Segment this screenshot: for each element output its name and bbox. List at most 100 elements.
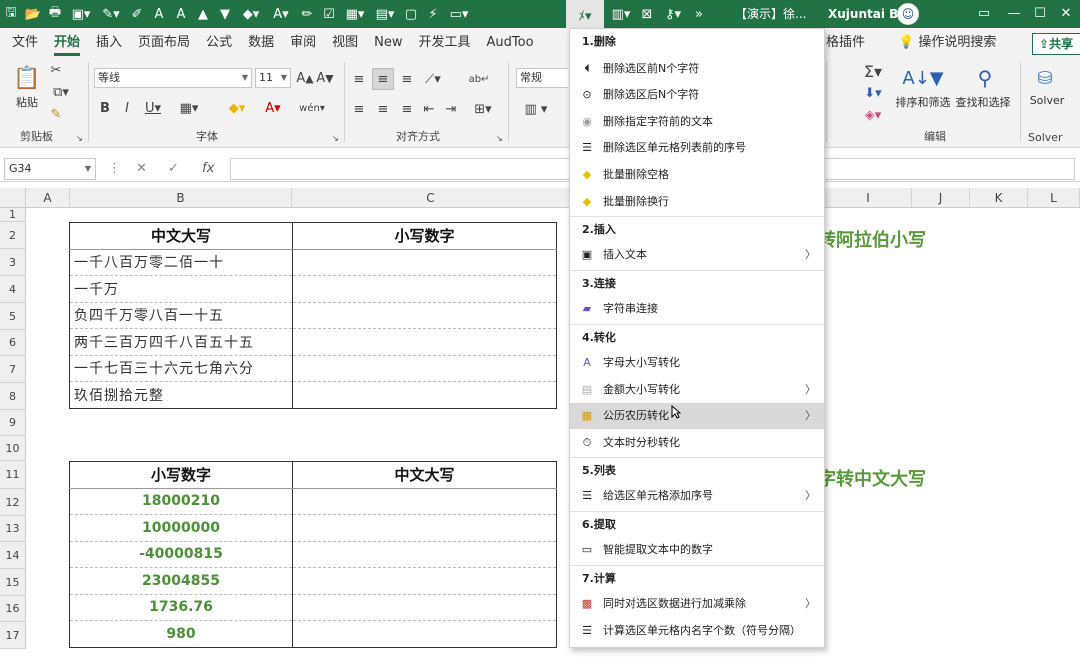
grid-icon[interactable]: ▥▾ [606,0,636,28]
row-header[interactable]: 6 [0,330,26,356]
clipboard-launcher-icon[interactable]: ↘ [76,134,83,143]
number-cell[interactable]: 18000210 [69,488,293,515]
format-painter-icon[interactable]: ✎▾ [96,0,126,28]
empty-cell[interactable] [292,328,557,356]
tab-data[interactable]: 数据 [240,28,282,58]
pen-icon[interactable]: ✏ [296,0,318,28]
select-all-corner[interactable] [0,188,26,208]
copy-icon[interactable]: ⧉▾ [48,84,74,100]
more-icon[interactable]: » [688,0,710,28]
column-header-a[interactable]: A [26,188,70,208]
number-cell[interactable]: 10000000 [69,514,293,542]
column-header-c[interactable]: C [292,188,570,208]
chinese-amount-cell[interactable]: 负四千万零八百一十五 [69,302,293,329]
increase-indent-icon[interactable]: ⇥ [442,100,460,118]
currency-icon[interactable]: ▥ ▾ [516,100,556,118]
number-cell[interactable]: -40000815 [69,541,293,568]
column-header-l[interactable]: L [1028,188,1080,208]
print-icon[interactable]: 🖶 [44,0,66,28]
chinese-amount-cell[interactable]: 一千万 [69,275,293,303]
fill-color-icon[interactable]: ◆▾ [236,0,266,28]
empty-cell[interactable] [292,381,557,409]
chinese-amount-cell[interactable]: 玖佰捌拾元整 [69,381,293,409]
tab-new[interactable]: New [366,28,410,58]
solver-button-label[interactable]: Solver [1026,94,1068,107]
close-icon[interactable]: ✕ [1046,0,1080,28]
font-shrink-icon[interactable]: A [170,0,192,28]
text-tools-dropdown-button[interactable]: ﾒ▾ [566,0,604,28]
menu-item-delete-before-char[interactable]: ◉ 删除指定字符前的文本 [570,109,824,135]
phonetic-icon[interactable]: wén▾ [299,100,325,116]
column-header-k[interactable]: K [970,188,1028,208]
empty-cell[interactable] [292,275,557,303]
checkbox-icon[interactable]: ☑ [318,0,340,28]
tab-page-layout[interactable]: 页面布局 [130,28,198,58]
row-header[interactable]: 1 [0,208,26,222]
fill-icon[interactable]: ⬇▾ [860,84,886,102]
clear-icon[interactable]: ◈▾ [860,106,886,124]
alignment-launcher-icon[interactable]: ↘ [496,134,503,143]
orientation-icon[interactable]: ⟋▾ [420,70,446,88]
align-center-icon[interactable]: ≡ [374,100,392,118]
font-size-combo[interactable]: 11 ▼ [255,68,291,88]
menu-item-delete-list-numbers[interactable]: ☰ 删除选区单元格列表前的序号 [570,135,824,161]
table-icon[interactable]: ▦▾ [340,0,370,28]
menu-item-count-names[interactable]: ☰ 计算选区单元格内名字个数（符号分隔） [570,618,824,644]
menu-item-amount-convert[interactable]: ▤ 金额大小写转化〉 [570,377,824,403]
sort-filter-label[interactable]: 排序和筛选 [894,94,952,110]
frame-icon[interactable]: ▢ [400,0,422,28]
tell-me-search[interactable]: 💡 操作说明搜索 [898,28,996,58]
decrease-indent-icon[interactable]: ▼ [214,0,236,28]
tab-audtool[interactable]: AudToo [479,28,542,58]
key-icon[interactable]: ⚷▾ [658,0,688,28]
font-color-icon[interactable]: A▾ [260,100,286,116]
wand-icon[interactable]: ⚡ [422,0,444,28]
paste-icon[interactable]: 📋 [12,62,42,94]
share-button[interactable]: ⇪共享 [1032,33,1080,55]
row-header[interactable]: 2 [0,222,26,249]
column-header-b[interactable]: B [70,188,292,208]
menu-item-add-numbering[interactable]: ☰ 给选区单元格添加序号〉 [570,483,824,509]
row-header[interactable]: 16 [0,596,26,622]
font-shrink-icon[interactable]: A ▼ [316,70,333,86]
underline-icon[interactable]: U▾ [142,100,164,116]
menu-item-time-convert[interactable]: ⏱ 文本时分秒转化 [570,430,824,456]
folder-icon[interactable]: ▭▾ [444,0,474,28]
menu-item-string-concat[interactable]: ▰ 字符串连接 [570,296,824,322]
empty-cell[interactable] [292,620,557,648]
cut-icon[interactable]: ✂ [48,62,64,78]
menu-item-delete-first-n[interactable]: ⏴ 删除选区前N个字符 [570,56,824,82]
font-grow-icon[interactable]: A [148,0,170,28]
tab-insert[interactable]: 插入 [88,28,130,58]
column-header-j[interactable]: J [912,188,970,208]
tab-file[interactable]: 文件 [0,28,46,58]
empty-cell[interactable] [292,355,557,382]
align-right-icon[interactable]: ≡ [398,100,416,118]
autosum-icon[interactable]: Σ▾ [860,62,886,81]
increase-indent-icon[interactable]: ▲ [192,0,214,28]
highlight-color-icon[interactable]: ◆▾ [224,100,250,116]
header-cell[interactable]: 中文大写 [292,461,557,489]
open-icon[interactable]: 📂 [22,0,44,28]
avatar[interactable]: ☺ [897,3,919,25]
tab-formulas[interactable]: 公式 [198,28,240,58]
insert-function-icon[interactable]: fx [202,158,214,180]
header-cell[interactable]: 小写数字 [292,222,557,250]
row-header[interactable]: 11 [0,461,26,489]
wrap-text-icon[interactable]: ab↵ [469,70,490,88]
enter-icon[interactable]: ✓ [168,158,179,180]
tab-view[interactable]: 视图 [324,28,366,58]
empty-cell[interactable] [292,594,557,621]
filter-clear-icon[interactable]: ⊠ [636,0,658,28]
tab-review[interactable]: 审阅 [282,28,324,58]
decrease-indent-icon[interactable]: ⇤ [420,100,438,118]
italic-icon[interactable]: I [120,100,134,116]
find-select-label[interactable]: 查找和选择 [954,94,1012,110]
row-header[interactable]: 13 [0,516,26,542]
menu-item-extract-numbers[interactable]: ▭ 智能提取文本中的数字 [570,537,824,563]
row-header[interactable]: 17 [0,622,26,649]
header-cell[interactable]: 小写数字 [69,461,293,489]
cancel-icon[interactable]: ✕ [136,158,147,180]
align-left-icon[interactable]: ≡ [350,100,368,118]
menu-item-delete-spaces[interactable]: ◆ 批量删除空格 [570,162,824,188]
